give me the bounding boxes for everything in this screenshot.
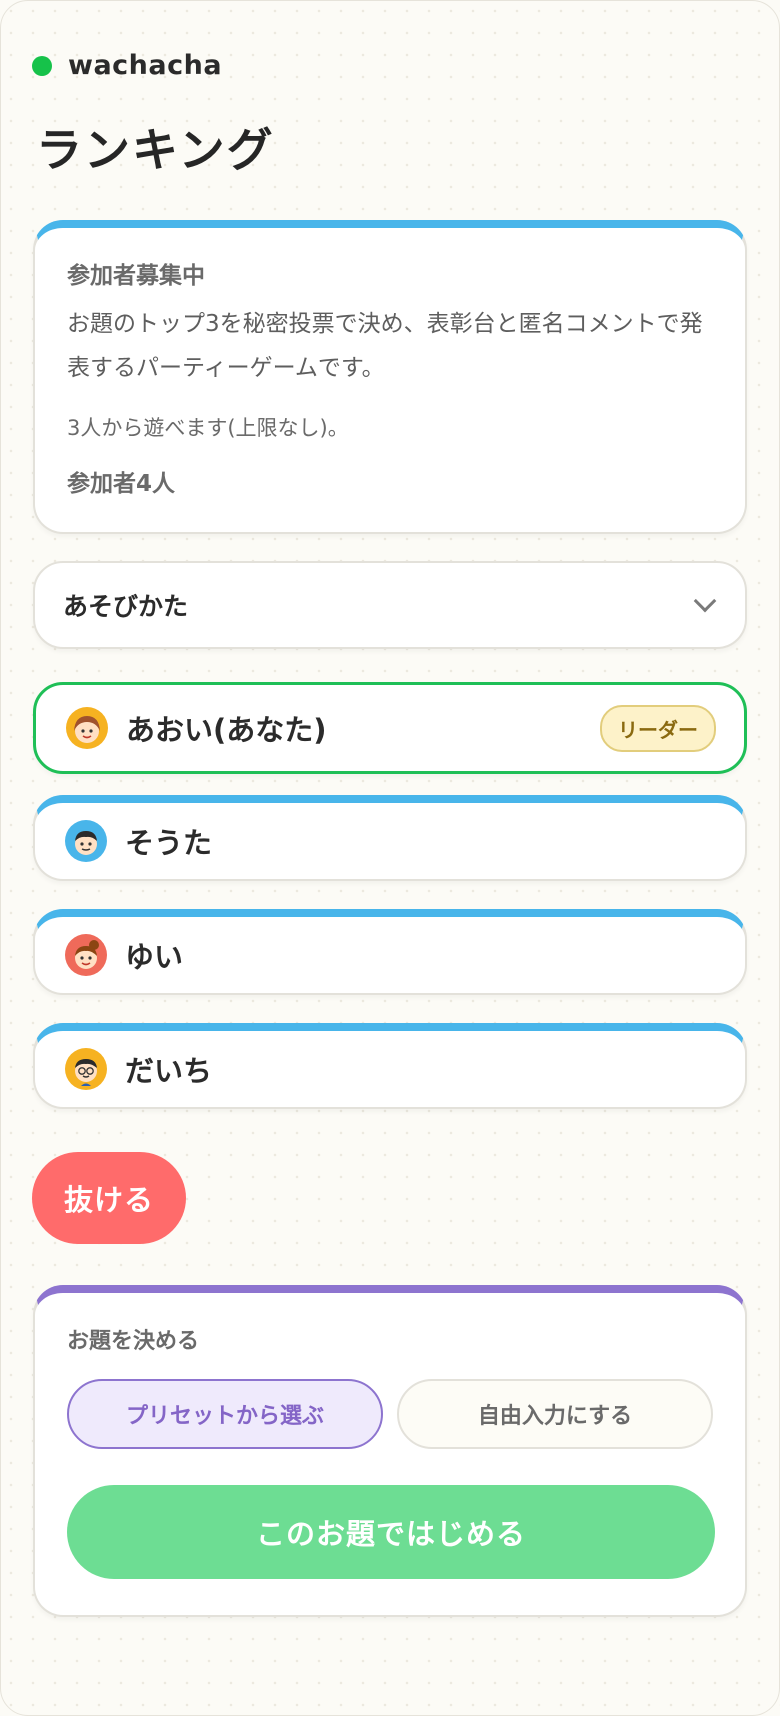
boy-glasses-avatar-icon (65, 1048, 107, 1090)
girl-avatar-icon (66, 707, 108, 749)
topic-options: プリセットから選ぶ 自由入力にする (67, 1379, 713, 1449)
free-input-option-button[interactable]: 自由入力にする (397, 1379, 713, 1449)
game-info-card: 参加者募集中 お題のトップ3を秘密投票で決め、表彰台と匿名コメントで発表するパー… (33, 220, 747, 534)
page-title: ランキング (36, 123, 275, 177)
player-row: ゆい (33, 909, 747, 995)
preset-option-button[interactable]: プリセットから選ぶ (67, 1379, 383, 1449)
topic-heading: お題を決める (67, 1329, 200, 1354)
player-row-self: あおい(あなた) リーダー (33, 682, 747, 774)
player-row: だいち (33, 1023, 747, 1109)
game-description: お題のトップ3を秘密投票で決め、表彰台と匿名コメントで発表するパーティーゲームで… (67, 311, 703, 381)
player-name: ゆい (125, 940, 184, 974)
topic-select-card: お題を決める プリセットから選ぶ 自由入力にする このお題ではじめる (33, 1285, 747, 1617)
recruiting-status: 参加者募集中 (67, 263, 205, 289)
leave-button[interactable]: 抜ける (32, 1152, 186, 1244)
player-name: あおい(あなた) (126, 713, 327, 747)
start-game-button[interactable]: このお題ではじめる (67, 1485, 715, 1579)
how-to-play-label: あそびかた (63, 592, 189, 621)
brand-name: wachacha (68, 50, 223, 81)
chevron-down-icon (693, 589, 717, 613)
boy-avatar-icon (65, 820, 107, 862)
player-limit: 3人から遊べます(上限なし)。 (67, 416, 349, 440)
how-to-play-toggle[interactable]: あそびかた (33, 561, 747, 649)
brand: wachacha (32, 50, 222, 81)
player-name: だいち (125, 1054, 213, 1088)
participant-count: 参加者4人 (67, 471, 176, 497)
girl-bun-avatar-icon (65, 934, 107, 976)
leader-badge: リーダー (600, 704, 716, 752)
player-name: そうた (125, 826, 213, 860)
player-row: そうた (33, 795, 747, 881)
online-status-dot (32, 55, 52, 76)
